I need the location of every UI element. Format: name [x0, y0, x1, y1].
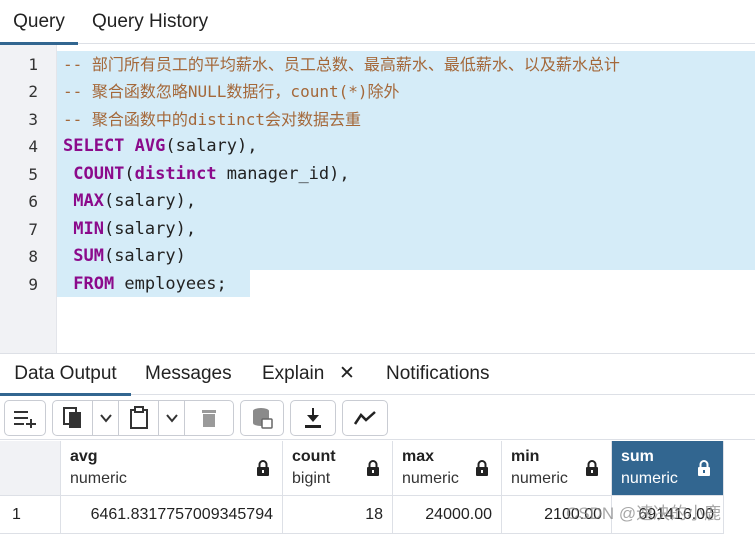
column-type: numeric	[70, 470, 127, 487]
code-line[interactable]: COUNT(distinct manager_id),	[63, 161, 350, 188]
lock-icon	[698, 460, 710, 476]
column-name: count	[292, 448, 336, 465]
sql-keyword: MAX	[63, 191, 104, 211]
sql-comment: -- 聚合函数忽略NULL数据行，count(*)除外	[63, 82, 400, 101]
column-header-sum[interactable]: sum numeric	[612, 441, 724, 496]
sql-comment: -- 部门所有员工的平均薪水、员工总数、最高薪水、最低薪水、以及薪水总计	[63, 55, 620, 74]
save-group	[240, 400, 284, 436]
sql-keyword: SUM	[63, 246, 104, 266]
graph-icon[interactable]	[343, 401, 387, 435]
column-type: bigint	[292, 470, 331, 487]
line-number: 4	[28, 137, 38, 156]
sql-text: (salary),	[103, 219, 197, 239]
tab-query[interactable]: Query	[0, 0, 78, 45]
code-line[interactable]: MIN(salary),	[63, 216, 196, 243]
code-line[interactable]: MAX(salary),	[63, 188, 196, 215]
row-header-corner[interactable]	[0, 441, 61, 496]
sql-comment: -- 聚合函数中的distinct会对数据去重	[63, 110, 361, 129]
sql-keyword: FROM	[63, 274, 115, 294]
cell-avg[interactable]: 6461.8317757009345794	[61, 496, 283, 534]
code-line[interactable]: -- 聚合函数忽略NULL数据行，count(*)除外	[63, 78, 400, 105]
column-type: numeric	[621, 470, 678, 487]
tab-messages[interactable]: Messages	[145, 354, 232, 395]
code-line[interactable]: FROM employees;	[63, 271, 227, 298]
column-name: max	[402, 448, 435, 465]
chevron-down-icon[interactable]	[159, 401, 185, 435]
line-number: 9	[28, 275, 38, 294]
cell-sum[interactable]: 691416.00	[612, 496, 724, 534]
editor-tabs: Query Query History	[0, 0, 755, 45]
tab-notifications[interactable]: Notifications	[386, 354, 490, 395]
code-line[interactable]: SUM(salary)	[63, 243, 186, 270]
copy-icon[interactable]	[53, 401, 93, 435]
lock-icon	[586, 460, 598, 476]
add-row-group	[4, 400, 46, 436]
tab-explain[interactable]: Explain	[262, 354, 324, 395]
column-name: sum	[621, 448, 654, 465]
line-number: 2	[28, 82, 38, 101]
cell-max[interactable]: 24000.00	[393, 496, 502, 534]
column-name: avg	[70, 448, 98, 465]
column-header-avg[interactable]: avg numeric	[61, 441, 283, 496]
code-area[interactable]: -- 部门所有员工的平均薪水、员工总数、最高薪水、最低薪水、以及薪水总计 -- 聚…	[57, 45, 755, 353]
column-header-count[interactable]: count bigint	[283, 441, 393, 496]
data-toolbar	[0, 396, 755, 440]
sql-text: (salary),	[165, 136, 258, 156]
paste-icon[interactable]	[119, 401, 159, 435]
close-icon[interactable]: ✕	[339, 354, 355, 395]
chevron-down-icon[interactable]	[93, 401, 119, 435]
sql-text: manager_id),	[216, 164, 350, 184]
download-group	[290, 400, 336, 436]
result-grid: avg numeric count bigint max numeric min…	[0, 441, 755, 535]
download-icon[interactable]	[291, 401, 335, 435]
column-type: numeric	[511, 470, 568, 487]
sql-text: (salary),	[103, 191, 197, 211]
graph-group	[342, 400, 388, 436]
sql-text: employees;	[114, 274, 227, 294]
sql-keyword: AVG	[134, 136, 166, 156]
lock-icon	[257, 460, 269, 476]
save-data-icon[interactable]	[241, 401, 283, 435]
tab-query-history[interactable]: Query History	[92, 0, 208, 44]
column-name: min	[511, 448, 540, 465]
sql-editor[interactable]: 1 2 3 4 5 6 7 8 9 -- 部门所有员工的平均薪水、员工总数、最高…	[0, 45, 755, 353]
tab-data-output[interactable]: Data Output	[0, 354, 131, 396]
line-number: 3	[28, 110, 38, 129]
line-number: 1	[28, 55, 38, 74]
line-number: 5	[28, 165, 38, 184]
line-number: 7	[28, 220, 38, 239]
lock-icon	[476, 460, 488, 476]
sql-keyword: COUNT	[63, 164, 125, 184]
delete-icon[interactable]	[185, 401, 233, 435]
column-type: numeric	[402, 470, 459, 487]
output-tabs: Data Output Messages Explain ✕ Notificat…	[0, 353, 755, 396]
row-number[interactable]: 1	[0, 496, 61, 534]
line-number: 6	[28, 192, 38, 211]
column-header-min[interactable]: min numeric	[502, 441, 612, 496]
sql-keyword: distinct	[134, 164, 217, 184]
add-row-icon[interactable]	[5, 401, 45, 435]
edit-group	[52, 400, 234, 436]
line-gutter: 1 2 3 4 5 6 7 8 9	[0, 45, 57, 353]
code-line[interactable]: SELECT AVG(salary),	[63, 133, 258, 160]
cell-min[interactable]: 2100.00	[502, 496, 612, 534]
sql-keyword: SELECT	[63, 136, 135, 156]
line-number: 8	[28, 247, 38, 266]
sql-text: (	[124, 164, 135, 184]
code-line[interactable]: -- 聚合函数中的distinct会对数据去重	[63, 106, 361, 133]
column-header-max[interactable]: max numeric	[393, 441, 502, 496]
code-line[interactable]: -- 部门所有员工的平均薪水、员工总数、最高薪水、最低薪水、以及薪水总计	[63, 51, 620, 78]
sql-keyword: MIN	[63, 219, 104, 239]
lock-icon	[367, 460, 379, 476]
sql-text: (salary)	[103, 246, 186, 266]
cell-count[interactable]: 18	[283, 496, 393, 534]
